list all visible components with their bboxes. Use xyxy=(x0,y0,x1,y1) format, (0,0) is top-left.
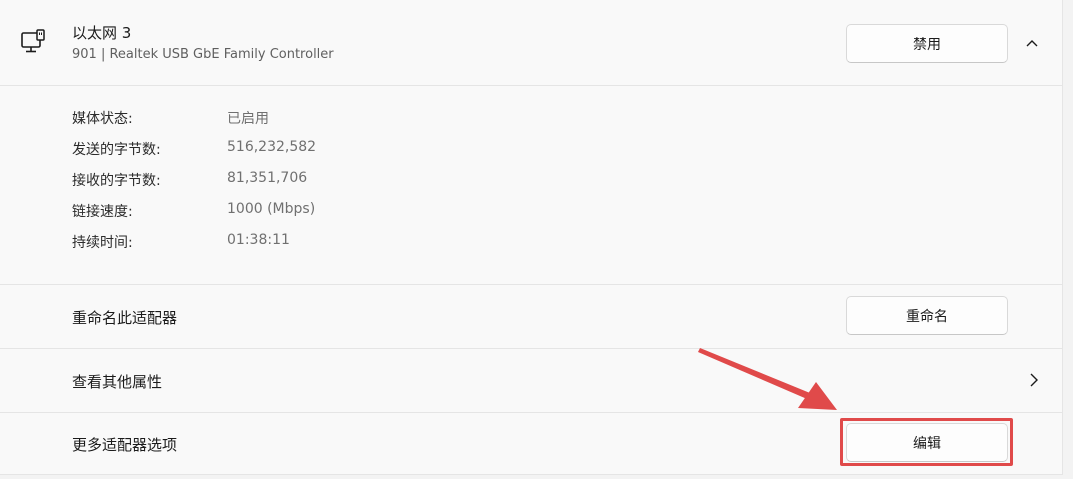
divider xyxy=(0,284,1063,285)
adapter-header[interactable]: 以太网 3 901 | Realtek USB GbE Family Contr… xyxy=(0,0,1063,86)
stat-label: 媒体状态: xyxy=(72,111,133,127)
rename-button[interactable]: 重命名 xyxy=(846,296,1008,335)
stat-label: 持续时间: xyxy=(72,235,133,251)
view-more-properties-link[interactable]: 查看其他属性 xyxy=(72,371,162,392)
stat-value: 81,351,706 xyxy=(227,170,308,186)
adapter-name: 以太网 3 xyxy=(72,24,132,42)
stat-label: 发送的字节数: xyxy=(72,142,161,158)
chevron-up-icon[interactable] xyxy=(1024,35,1040,51)
stat-label: 链接速度: xyxy=(72,204,133,220)
rename-adapter-label: 重命名此适配器 xyxy=(72,309,178,327)
disable-button[interactable]: 禁用 xyxy=(846,24,1008,63)
stat-value: 1000 (Mbps) xyxy=(227,201,316,217)
annotation-arrow-icon xyxy=(698,348,837,410)
chevron-right-icon[interactable] xyxy=(1026,372,1042,388)
ethernet-monitor-icon xyxy=(21,29,45,53)
divider xyxy=(0,348,1063,349)
more-adapter-options-label: 更多适配器选项 xyxy=(72,436,178,454)
adapter-description: 901 | Realtek USB GbE Family Controller xyxy=(72,47,334,62)
stat-value: 已启用 xyxy=(227,111,269,127)
stat-value: 01:38:11 xyxy=(227,232,290,248)
stat-label: 接收的字节数: xyxy=(72,173,161,189)
adapter-card: 以太网 3 901 | Realtek USB GbE Family Contr… xyxy=(0,0,1063,475)
stat-value: 516,232,582 xyxy=(227,139,317,155)
annotation-highlight-box xyxy=(840,418,1013,466)
divider xyxy=(0,412,1063,413)
